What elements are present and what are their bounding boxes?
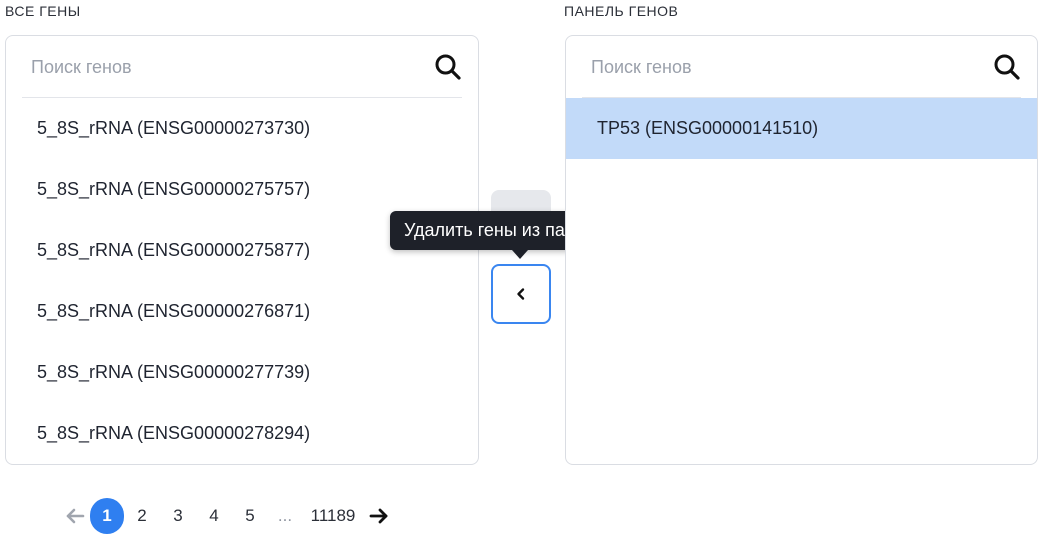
gene-panel-label: ПАНЕЛЬ ГЕНОВ (564, 3, 679, 19)
all-genes-search-row (22, 36, 462, 98)
arrow-right-icon (369, 508, 388, 524)
chevron-left-icon (517, 288, 525, 300)
all-genes-search-input[interactable] (22, 48, 391, 86)
last-page-button[interactable]: 11189 (302, 498, 364, 534)
search-icon[interactable] (434, 53, 462, 81)
all-genes-list: 5_8S_rRNA (ENSG00000273730) 5_8S_rRNA (E… (6, 98, 478, 464)
list-item[interactable]: 5_8S_rRNA (ENSG00000273730) (6, 98, 478, 159)
page-2-button[interactable]: 2 (124, 498, 160, 534)
arrow-left-icon (66, 508, 85, 524)
search-icon[interactable] (993, 53, 1021, 81)
gene-panel: TP53 (ENSG00000141510) (565, 35, 1038, 465)
gene-transfer-widget: ВСЕ ГЕНЫ ПАНЕЛЬ ГЕНОВ 5_8S_rRNA (ENSG000… (0, 0, 1043, 538)
list-item-selected[interactable]: TP53 (ENSG00000141510) (566, 98, 1037, 159)
all-genes-label: ВСЕ ГЕНЫ (5, 3, 81, 19)
tooltip-arrow (512, 250, 528, 259)
pagination: 1 2 3 4 5 ... 11189 (60, 498, 394, 534)
page-ellipsis: ... (277, 506, 293, 525)
page-1-button[interactable]: 1 (90, 498, 124, 534)
remove-from-panel-button[interactable] (491, 264, 551, 324)
list-item[interactable]: 5_8S_rRNA (ENSG00000276871) (6, 281, 478, 342)
next-page-button[interactable] (364, 498, 394, 534)
gene-panel-list: TP53 (ENSG00000141510) (566, 98, 1037, 159)
gene-panel-search-row (582, 36, 1021, 98)
list-item[interactable]: 5_8S_rRNA (ENSG00000277739) (6, 342, 478, 403)
list-item[interactable]: 5_8S_rRNA (ENSG00000278294) (6, 403, 478, 464)
page-4-button[interactable]: 4 (196, 498, 232, 534)
gene-panel-search-input[interactable] (582, 48, 951, 86)
all-genes-panel: 5_8S_rRNA (ENSG00000273730) 5_8S_rRNA (E… (5, 35, 479, 465)
page-5-button[interactable]: 5 (232, 498, 268, 534)
prev-page-button[interactable] (60, 498, 90, 534)
page-3-button[interactable]: 3 (160, 498, 196, 534)
